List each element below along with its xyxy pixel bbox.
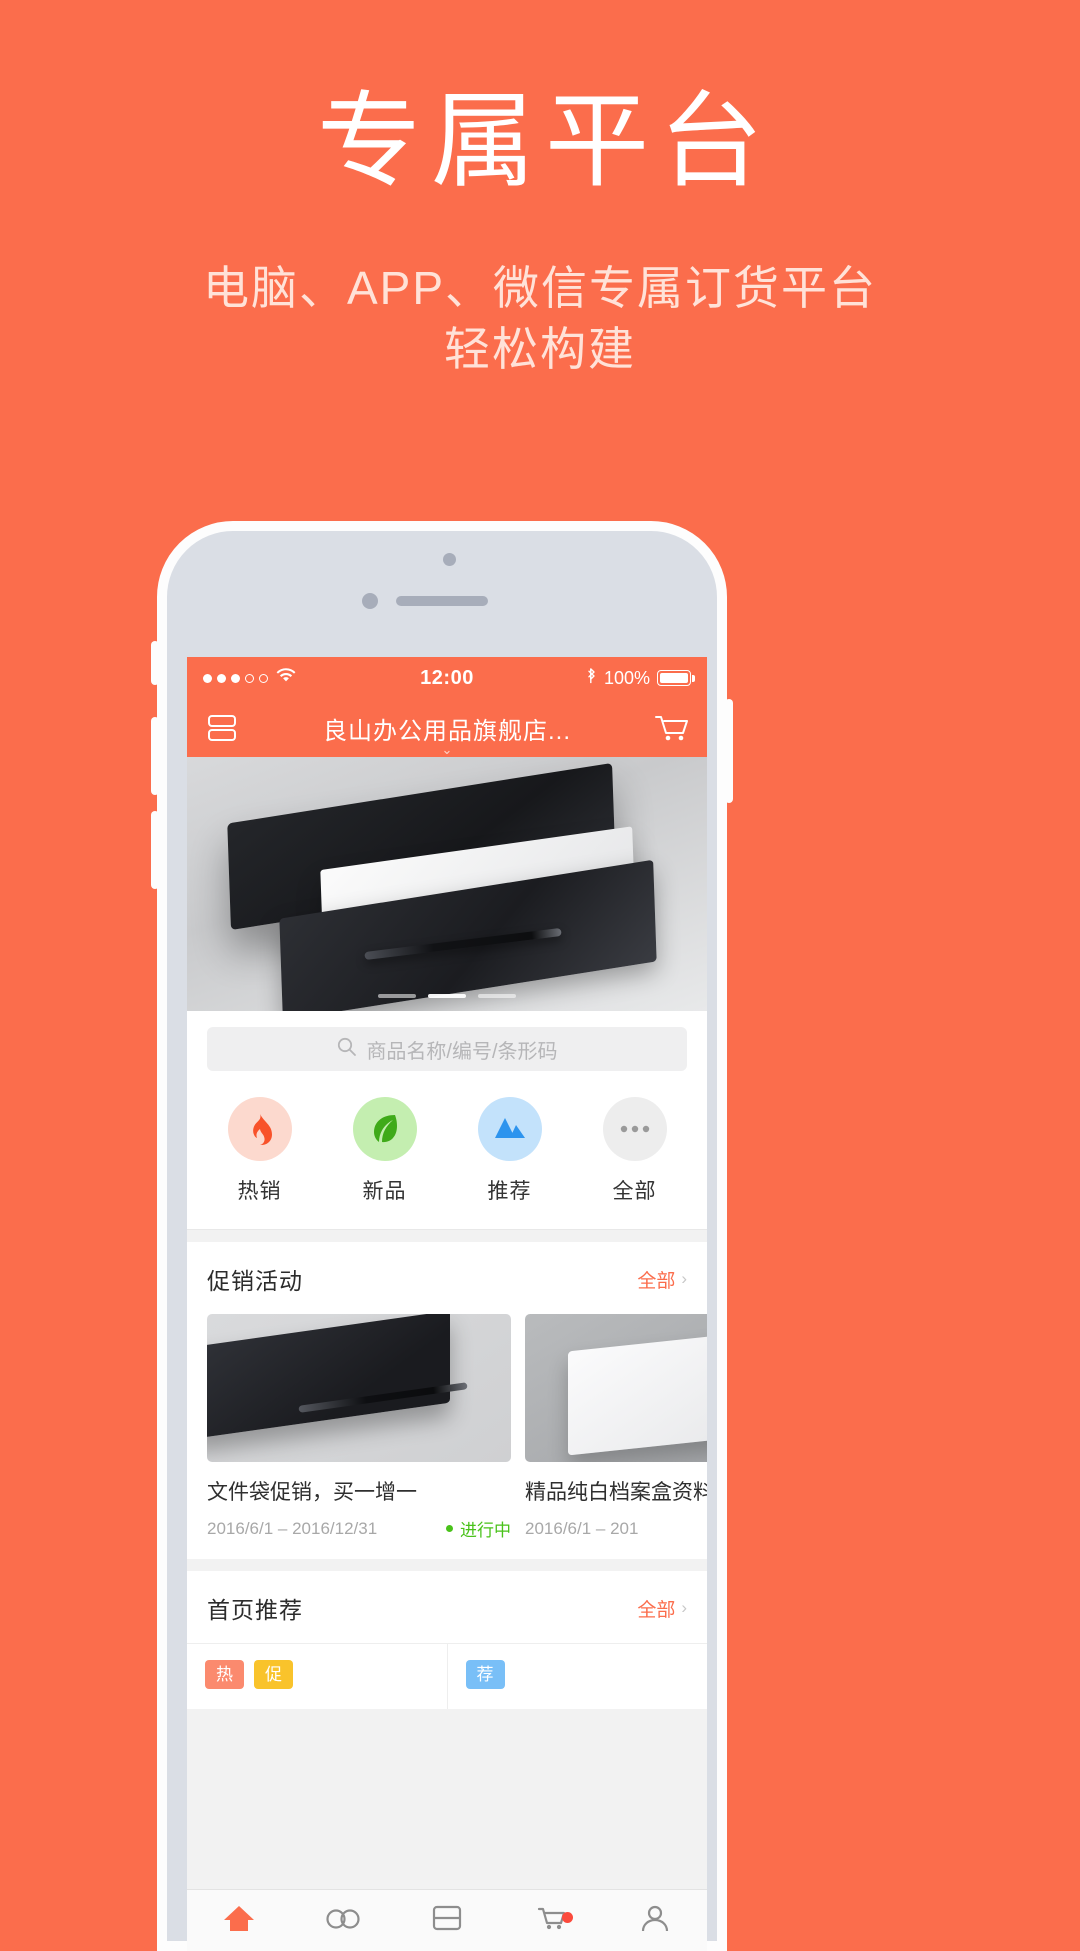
promotion-meta: 2016/6/1 – 2016/12/31 进行中 bbox=[207, 1516, 511, 1541]
promotion-name: 精品纯白档案盒资料盒促销 bbox=[525, 1481, 707, 1504]
proximity-sensor-icon bbox=[443, 553, 456, 566]
chevron-right-icon: › bbox=[681, 1269, 687, 1288]
tab-home[interactable] bbox=[187, 1903, 291, 1938]
cart-badge-dot bbox=[562, 1912, 573, 1923]
category-new[interactable]: 新品 bbox=[322, 1097, 447, 1205]
promotion-date-range: 2016/6/1 – 201 bbox=[525, 1518, 639, 1538]
tag-group: 荐 bbox=[465, 1660, 690, 1690]
profile-icon bbox=[640, 1904, 670, 1937]
category-icon bbox=[325, 1905, 361, 1936]
promotion-image bbox=[207, 1314, 511, 1462]
carousel-dot[interactable] bbox=[478, 994, 516, 998]
category-all[interactable]: 全部 bbox=[572, 1097, 697, 1205]
category-shortcuts: 热销 新品 推荐 全部 bbox=[187, 1075, 707, 1230]
store-icon[interactable] bbox=[205, 713, 239, 743]
recommend-section: 首页推荐 全部 › 热 促 荐 bbox=[187, 1571, 708, 1710]
chevron-down-icon[interactable]: ⌄ bbox=[187, 743, 707, 756]
tag-group: 热 促 bbox=[205, 1660, 429, 1690]
category-label: 推荐 bbox=[487, 1180, 532, 1203]
bluetooth-icon bbox=[586, 667, 597, 690]
promotion-more-button[interactable]: 全部 › bbox=[637, 1266, 687, 1293]
wifi-icon bbox=[275, 667, 297, 689]
silent-switch-button[interactable] bbox=[151, 641, 159, 685]
hero-subtitle-line1: 电脑、APP、微信专属订货平台 bbox=[202, 262, 878, 315]
home-icon bbox=[222, 1903, 256, 1938]
tag-promo: 促 bbox=[254, 1660, 293, 1690]
more-label: 全部 bbox=[637, 1270, 676, 1292]
mountain-icon bbox=[477, 1097, 542, 1161]
carousel-indicators[interactable] bbox=[187, 994, 707, 998]
hero-subtitle: 电脑、APP、微信专属订货平台 轻松构建 bbox=[0, 258, 1080, 379]
category-hot[interactable]: 热销 bbox=[197, 1097, 322, 1205]
hero-subtitle-line2: 轻松构建 bbox=[444, 323, 636, 376]
category-label: 热销 bbox=[237, 1180, 282, 1203]
volume-down-button[interactable] bbox=[151, 811, 159, 889]
hero-section: 专属平台 电脑、APP、微信专属订货平台 轻松构建 bbox=[0, 0, 1080, 380]
leaf-icon bbox=[352, 1097, 417, 1161]
phone-screen: 12:00 100% 良山办公用品旗舰店... ⌄ 商品名称/编号/条形码 热销… bbox=[187, 657, 707, 1951]
search-icon bbox=[336, 1036, 357, 1063]
phone-mockup: 12:00 100% 良山办公用品旗舰店... ⌄ 商品名称/编号/条形码 热销… bbox=[151, 521, 733, 1951]
tab-order[interactable] bbox=[395, 1904, 499, 1937]
carousel-dot-active[interactable] bbox=[428, 994, 466, 998]
navbar-title: 良山办公用品旗舰店... bbox=[322, 717, 571, 745]
search-section: 商品名称/编号/条形码 bbox=[187, 1011, 707, 1075]
tab-category[interactable] bbox=[291, 1905, 395, 1936]
category-label: 新品 bbox=[362, 1180, 407, 1203]
status-badge: 进行中 bbox=[446, 1516, 511, 1541]
tag-hot: 热 bbox=[205, 1660, 244, 1690]
status-bar: 12:00 100% bbox=[187, 657, 707, 699]
search-placeholder: 商品名称/编号/条形码 bbox=[366, 1040, 558, 1063]
section-title: 促销活动 bbox=[207, 1268, 303, 1294]
promotion-card[interactable]: 精品纯白档案盒资料盒促销 2016/6/1 – 201 未 bbox=[525, 1314, 707, 1541]
tag-recommend: 荐 bbox=[465, 1660, 505, 1690]
status-bar-right: 100% bbox=[586, 667, 695, 690]
bottom-tab-bar bbox=[187, 1889, 707, 1951]
product-cell[interactable]: 热 促 bbox=[187, 1644, 447, 1709]
status-dot-icon bbox=[446, 1525, 453, 1532]
page-title: 专属平台 bbox=[316, 84, 773, 200]
battery-percent-label: 100% bbox=[603, 667, 650, 688]
promotion-image bbox=[525, 1314, 707, 1462]
promotion-section: 促销活动 全部 › 文件袋促销，买一增一 2016/6/1 – 2016/12/… bbox=[187, 1242, 707, 1559]
category-label: 全部 bbox=[612, 1180, 657, 1203]
status-label: 进行中 bbox=[460, 1521, 511, 1540]
more-dots-icon bbox=[602, 1097, 667, 1161]
status-bar-left bbox=[203, 667, 297, 689]
search-input[interactable]: 商品名称/编号/条形码 bbox=[207, 1027, 687, 1071]
tab-profile[interactable] bbox=[603, 1904, 707, 1937]
category-recommend[interactable]: 推荐 bbox=[447, 1097, 572, 1205]
chevron-right-icon: › bbox=[681, 1598, 687, 1617]
section-title: 首页推荐 bbox=[207, 1597, 303, 1623]
promotion-card[interactable]: 文件袋促销，买一增一 2016/6/1 – 2016/12/31 进行中 bbox=[207, 1314, 511, 1541]
shopping-cart-icon[interactable] bbox=[653, 712, 689, 744]
hero-banner-carousel[interactable] bbox=[187, 757, 707, 1011]
battery-icon bbox=[657, 670, 695, 686]
recommend-header: 首页推荐 全部 › bbox=[187, 1571, 707, 1643]
front-camera-icon bbox=[362, 593, 378, 609]
flame-icon bbox=[227, 1097, 292, 1161]
promotion-header: 促销活动 全部 › bbox=[187, 1242, 707, 1314]
app-navbar: 良山办公用品旗舰店... ⌄ bbox=[187, 699, 707, 757]
order-icon bbox=[431, 1904, 463, 1937]
promotion-meta: 2016/6/1 – 201 未 bbox=[525, 1516, 707, 1541]
carousel-dot[interactable] bbox=[378, 994, 416, 998]
volume-up-button[interactable] bbox=[151, 717, 159, 795]
recommend-more-button[interactable]: 全部 › bbox=[637, 1595, 687, 1622]
promotion-date-range: 2016/6/1 – 2016/12/31 bbox=[207, 1518, 378, 1538]
promotion-name: 文件袋促销，买一增一 bbox=[207, 1481, 417, 1504]
recommend-grid: 热 促 荐 bbox=[187, 1643, 708, 1710]
promotion-card-list[interactable]: 文件袋促销，买一增一 2016/6/1 – 2016/12/31 进行中 精品纯… bbox=[187, 1314, 707, 1559]
power-button[interactable] bbox=[725, 699, 733, 803]
product-cell[interactable]: 荐 bbox=[446, 1644, 708, 1710]
more-label: 全部 bbox=[637, 1599, 676, 1621]
signal-strength-icon bbox=[203, 673, 268, 683]
tab-cart[interactable] bbox=[499, 1904, 603, 1937]
earpiece-speaker bbox=[396, 596, 488, 606]
